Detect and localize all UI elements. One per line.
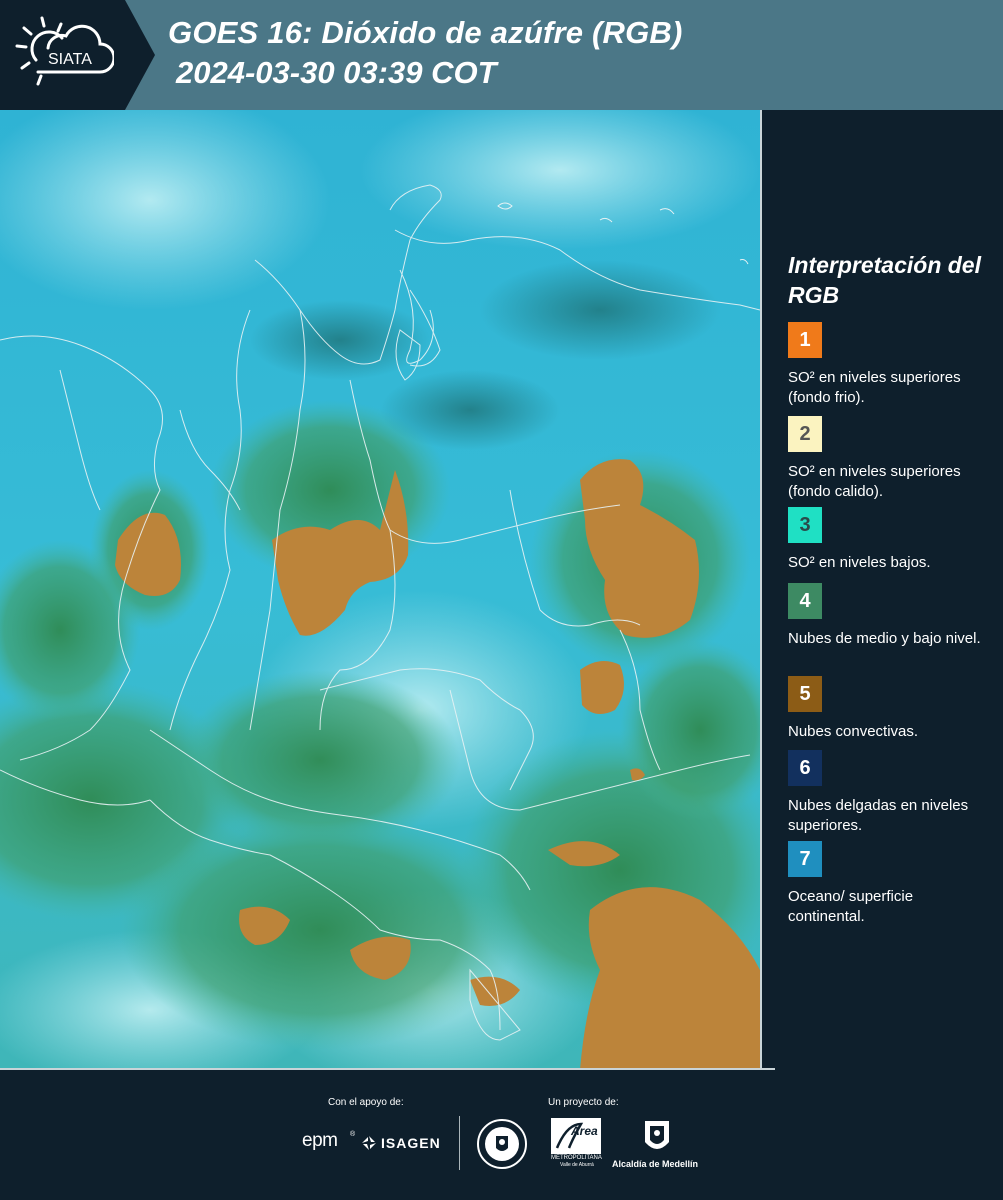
header-bar: SIATA GOES 16: Dióxido de azúfre (RGB) 2… <box>0 0 1003 110</box>
area-metropolitana-sub: METROPOLITANA <box>551 1155 602 1161</box>
epm-logo: epm <box>302 1130 338 1151</box>
support-label: Con el apoyo de: <box>328 1097 404 1108</box>
legend-item-6: 6 Nubes delgadas en niveles superiores. <box>788 750 988 836</box>
legend-swatch-1: 1 <box>788 322 822 358</box>
legend-item-3: 3 SO² en niveles bajos. <box>788 507 988 593</box>
page-timestamp: 2024-03-30 03:39 COT <box>176 55 497 90</box>
footer-separator <box>459 1116 460 1170</box>
sun-cloud-icon: SIATA <box>15 16 114 86</box>
page-title: GOES 16: Dióxido de azúfre (RGB) <box>168 15 683 50</box>
map-divider <box>760 110 762 1070</box>
legend-label-7: Oceano/ superficie continental. <box>788 888 914 925</box>
siata-logo: SIATA <box>0 0 125 110</box>
legend-item-4: 4 Nubes de medio y bajo nivel. <box>788 583 988 669</box>
legend-item-1: 1 SO² en niveles superiores (fondo frio)… <box>788 322 988 408</box>
legend-item-2: 2 SO² en niveles superiores (fondo calid… <box>788 416 988 514</box>
alcaldia-logo: Alcaldía de Medellín <box>612 1159 699 1169</box>
legend-swatch-2: 2 <box>788 416 822 452</box>
isagen-logo: ISAGEN <box>381 1135 441 1151</box>
isagen-icon <box>362 1136 376 1150</box>
legend-label-1: SO² en niveles superiores (fondo frio). <box>788 369 961 406</box>
legend-label-6: Nubes delgadas en niveles superiores. <box>788 797 969 834</box>
project-label: Un proyecto de: <box>548 1097 619 1108</box>
universidad-seal-icon <box>477 1119 527 1169</box>
area-metropolitana-sub2: Valle de Aburrá <box>560 1162 594 1168</box>
area-metropolitana-logo: Área <box>571 1124 598 1138</box>
legend-title: Interpretación del RGB <box>788 252 981 308</box>
legend-label-4: Nubes de medio y bajo nivel. <box>788 630 981 647</box>
legend-swatch-6: 6 <box>788 750 822 786</box>
epm-registered-mark: ® <box>350 1131 356 1138</box>
svg-text:SIATA: SIATA <box>48 51 92 68</box>
legend-swatch-4: 4 <box>788 583 822 619</box>
logo-arrow-shape <box>125 0 155 110</box>
satellite-map <box>0 110 760 1070</box>
legend-swatch-5: 5 <box>788 676 822 712</box>
alcaldia-shield-icon <box>645 1121 669 1149</box>
legend-swatch-3: 3 <box>788 507 822 543</box>
footer-divider <box>0 1068 775 1070</box>
legend-item-7: 7 Oceano/ superficie continental. <box>788 841 988 927</box>
legend-swatch-7: 7 <box>788 841 822 877</box>
satellite-rgb-map-image <box>0 110 760 1070</box>
